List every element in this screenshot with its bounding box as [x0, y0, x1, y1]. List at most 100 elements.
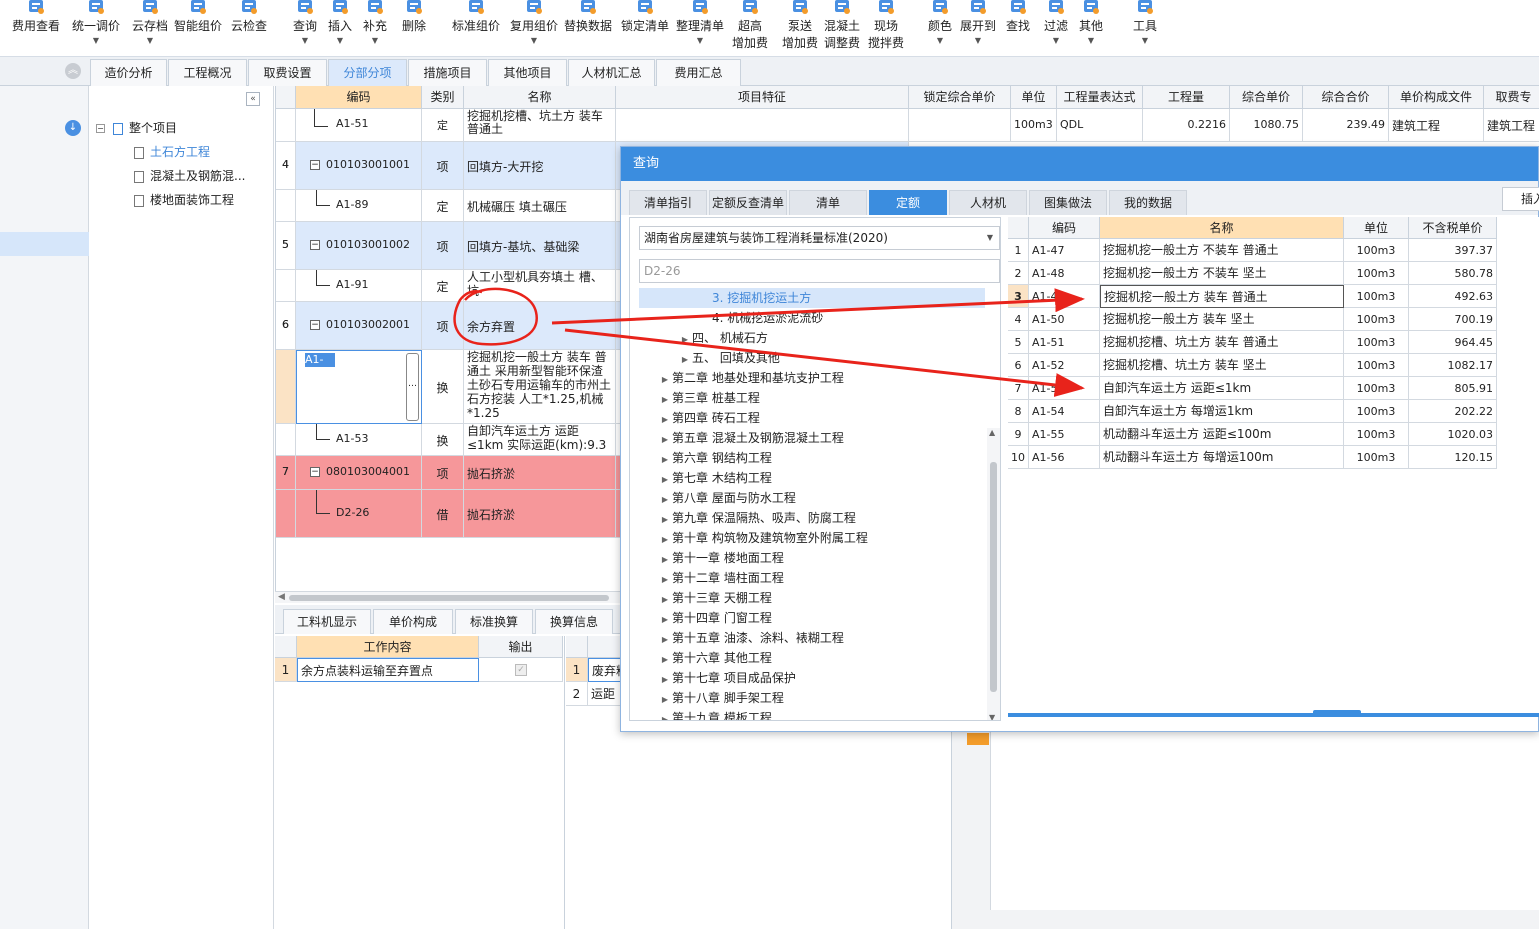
grid-cell[interactable]: 换 [422, 424, 464, 456]
chevron-right-icon[interactable]: ▶ [658, 590, 672, 610]
standard-select[interactable]: 湖南省房屋建筑与装饰工程消耗量标准(2020) ▼ [639, 226, 1000, 250]
tree-node[interactable]: ▶ 五、 回填及其他 [630, 348, 985, 368]
grid-cell[interactable]: 回填方-大开挖 [464, 142, 616, 190]
tree-node[interactable]: ▶ 第十九章 模板工程 [630, 708, 985, 720]
scroll-up-icon[interactable]: ▲ [989, 428, 995, 437]
grid-cell[interactable]: −080103004001 [296, 456, 422, 490]
collapse-up-icon[interactable]: ︽ [65, 63, 81, 79]
result-cell[interactable]: 自卸汽车运土方 每增运1km [1100, 400, 1344, 423]
insert-button[interactable]: 插入 [1502, 187, 1539, 211]
grid-cell[interactable]: 换 [422, 350, 464, 424]
tree-node[interactable]: ▶ 第二章 地基处理和基坑支护工程 [630, 368, 985, 388]
row-collapse-icon[interactable]: − [310, 467, 320, 477]
main-tab[interactable]: 措施项目 [408, 59, 487, 86]
tree-vertical-scrollbar[interactable]: ▲ ▼ [987, 428, 1000, 720]
bottom-tab[interactable]: 工料机显示 [283, 609, 371, 634]
result-cell[interactable]: A1-51 [1029, 331, 1100, 354]
result-cell[interactable]: 100m3 [1344, 262, 1409, 285]
grid-cell[interactable]: 1080.75 [1230, 109, 1303, 142]
tree-node[interactable]: ▶ 第十一章 楼地面工程 [630, 548, 985, 568]
tree-node-root[interactable]: − 整个项目 [96, 118, 177, 138]
chevron-right-icon[interactable]: ▶ [658, 470, 672, 490]
dialog-tab[interactable]: 定额 [869, 190, 947, 215]
result-cell[interactable]: 805.91 [1409, 377, 1497, 400]
grid-cell[interactable]: 项 [422, 302, 464, 350]
result-cell[interactable]: 397.37 [1409, 239, 1497, 262]
scroll-thumb[interactable] [289, 595, 609, 601]
result-cell[interactable]: 100m3 [1344, 377, 1409, 400]
grid-header[interactable]: 工程量 [1143, 86, 1230, 109]
grid-cell[interactable]: 建筑工程 [1484, 109, 1539, 142]
main-tab[interactable]: 人材机汇总 [568, 59, 655, 86]
grid-header[interactable]: 类别 [422, 86, 464, 109]
tree-node[interactable]: ▶ 第八章 屋面与防水工程 [630, 488, 985, 508]
tree-node[interactable]: ▶ 第九章 保温隔热、吸声、防腐工程 [630, 508, 985, 528]
grid-header[interactable]: 取费专 [1484, 86, 1539, 109]
toolbar-button[interactable]: 其他 ▼ [1076, 0, 1106, 56]
toolbar-button[interactable]: 费用查看 [10, 0, 62, 56]
row-collapse-icon[interactable]: − [310, 160, 320, 170]
grid-cell[interactable]: −010103002001 [296, 302, 422, 350]
result-cell[interactable]: A1-49 [1029, 285, 1100, 308]
toolbar-button[interactable]: 超高 增加费 [730, 0, 770, 56]
toolbar-button[interactable]: 工具 ▼ [1130, 0, 1160, 56]
grid-cell[interactable]: 机械碾压 填土碾压 [464, 190, 616, 222]
result-cell[interactable]: 自卸汽车运土方 运距≤1km [1100, 377, 1344, 400]
tree-node[interactable]: ▶ 第五章 混凝土及钢筋混凝土工程 [630, 428, 985, 448]
result-cell[interactable]: 挖掘机挖一般土方 装车 普通土 [1100, 285, 1344, 308]
tree-node[interactable]: ▶ 第六章 钢结构工程 [630, 448, 985, 468]
result-cell[interactable]: A1-55 [1029, 423, 1100, 446]
grid-cell[interactable]: A1-91 [296, 270, 422, 302]
chevron-right-icon[interactable]: ▶ [658, 510, 672, 530]
grid-cell[interactable]: 挖掘机挖槽、坑土方 装车 普通土 [464, 109, 616, 142]
panel-splitter[interactable] [1008, 710, 1539, 717]
toolbar-button[interactable]: 展开到 ▼ [958, 0, 998, 56]
dialog-tab[interactable]: 我的数据 [1109, 190, 1187, 215]
toolbar-button[interactable]: 云存档 ▼ [128, 0, 172, 56]
result-cell[interactable]: 机动翻斗车运土方 每增运100m [1100, 446, 1344, 469]
toolbar-button[interactable]: 锁定清单 [619, 0, 671, 56]
tree-node[interactable]: ▶ 第十五章 油漆、涂料、裱糊工程 [630, 628, 985, 648]
toolbar-button[interactable]: 整理清单 ▼ [674, 0, 726, 56]
tree-collapse-icon[interactable]: − [96, 124, 105, 133]
main-tab[interactable]: 分部分项 [328, 59, 407, 86]
grid-cell[interactable]: A1-49… [296, 350, 422, 424]
tree-node[interactable]: 4. 机械挖运淤泥流砂 [630, 308, 985, 328]
left-nav-selected-item[interactable] [0, 232, 89, 256]
grid-cell[interactable]: 项 [422, 456, 464, 490]
result-cell[interactable]: A1-53 [1029, 377, 1100, 400]
grid-cell[interactable] [276, 350, 296, 424]
grid-cell[interactable]: A1-89 [296, 190, 422, 222]
result-cell[interactable]: 100m3 [1344, 285, 1409, 308]
grid-cell[interactable] [276, 190, 296, 222]
result-cell[interactable]: A1-52 [1029, 354, 1100, 377]
grid-header[interactable]: 编码 [296, 86, 422, 109]
result-header[interactable]: 编码 [1029, 217, 1100, 239]
result-cell[interactable]: 挖掘机挖一般土方 不装车 坚土 [1100, 262, 1344, 285]
tree-node[interactable]: ▶ 第十六章 其他工程 [630, 648, 985, 668]
grid-cell[interactable]: A1-53 [296, 424, 422, 456]
grid-cell[interactable] [909, 109, 1011, 142]
scroll-thumb[interactable] [990, 462, 997, 692]
chevron-right-icon[interactable]: ▶ [658, 710, 672, 720]
result-cell[interactable]: 100m3 [1344, 446, 1409, 469]
grid-cell[interactable]: 项 [422, 142, 464, 190]
chevron-right-icon[interactable]: ▶ [658, 630, 672, 650]
toolbar-button[interactable]: 泵送 增加费 [780, 0, 820, 56]
toolbar-button[interactable]: 补充 ▼ [360, 0, 390, 56]
result-cell[interactable]: A1-54 [1029, 400, 1100, 423]
chevron-right-icon[interactable]: ▶ [658, 450, 672, 470]
grid-header[interactable]: 综合合价 [1303, 86, 1389, 109]
grid-cell[interactable] [276, 490, 296, 538]
chevron-right-icon[interactable]: ▶ [658, 550, 672, 570]
grid-cell[interactable]: 建筑工程 [1389, 109, 1484, 142]
bottom-tab[interactable]: 换算信息 [535, 609, 613, 634]
row-collapse-icon[interactable]: − [310, 320, 320, 330]
tree-node-earthwork[interactable]: 土石方工程 [134, 142, 210, 162]
grid-cell[interactable] [276, 424, 296, 456]
grid-header[interactable]: 锁定综合单价 [909, 86, 1011, 109]
chevron-right-icon[interactable]: ▶ [658, 670, 672, 690]
result-header[interactable]: 名称 [1100, 217, 1344, 239]
grid-header[interactable]: 工程量表达式 [1057, 86, 1143, 109]
result-cell[interactable]: 100m3 [1344, 331, 1409, 354]
